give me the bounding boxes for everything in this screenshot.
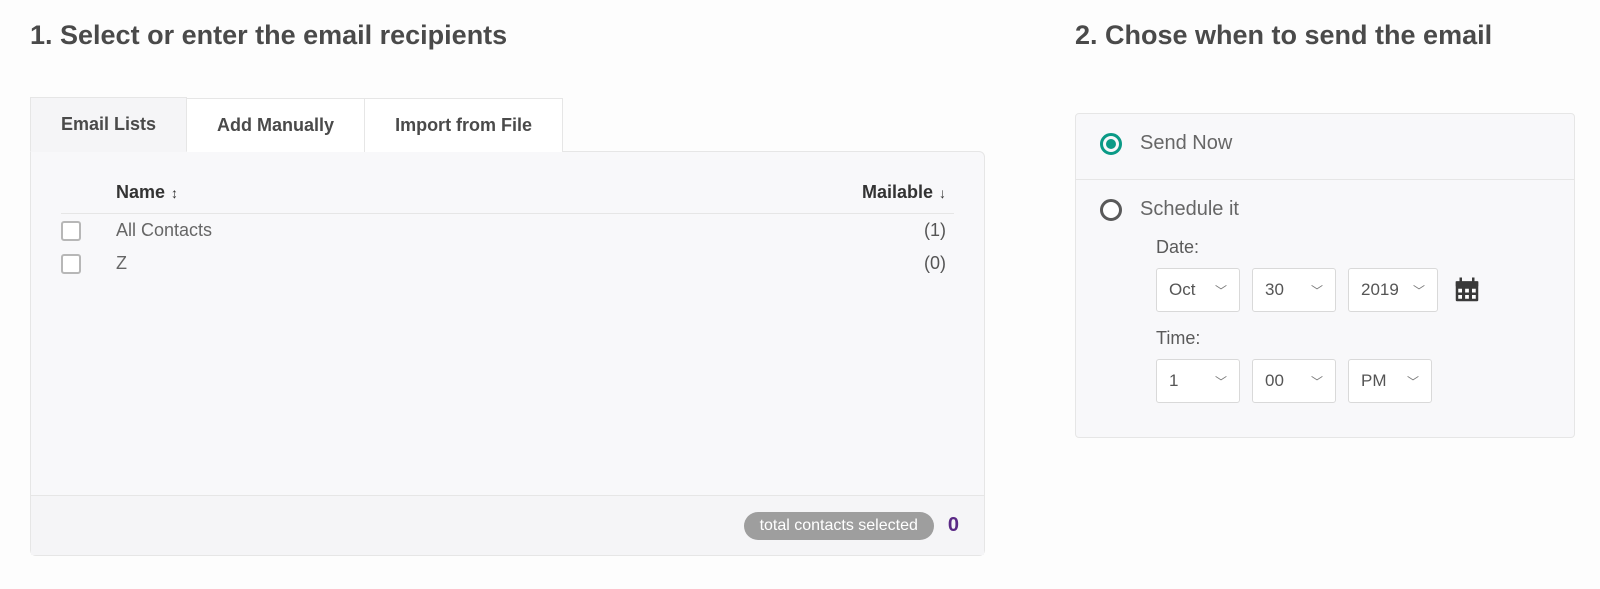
- chevron-down-icon: ﹀: [1215, 282, 1227, 299]
- day-select[interactable]: 30 ﹀: [1252, 268, 1336, 312]
- minute-select[interactable]: 00 ﹀: [1252, 359, 1336, 403]
- month-select[interactable]: Oct ﹀: [1156, 268, 1240, 312]
- step2-title: 2. Chose when to send the email: [1075, 20, 1575, 51]
- send-now-option[interactable]: Send Now: [1100, 132, 1550, 155]
- col-name-label[interactable]: Name: [116, 182, 165, 203]
- tab-add-manually[interactable]: Add Manually: [186, 98, 365, 152]
- day-value: 30: [1265, 280, 1284, 300]
- col-mailable-label[interactable]: Mailable: [862, 182, 933, 203]
- tab-import-file[interactable]: Import from File: [364, 98, 563, 152]
- selected-count: 0: [948, 514, 959, 537]
- sort-down-icon[interactable]: ↓: [939, 185, 946, 201]
- chevron-down-icon: ﹀: [1215, 373, 1227, 390]
- chevron-down-icon: ﹀: [1311, 282, 1323, 299]
- row-mailable: (1): [834, 220, 954, 241]
- row-name: Z: [116, 253, 834, 274]
- chevron-down-icon: ﹀: [1311, 373, 1323, 390]
- hour-select[interactable]: 1 ﹀: [1156, 359, 1240, 403]
- calendar-icon[interactable]: [1450, 273, 1484, 307]
- step1-title: 1. Select or enter the email recipients: [30, 20, 1015, 51]
- radio-unselected-icon[interactable]: [1100, 199, 1122, 221]
- table-header: Name ↕ Mailable ↓: [61, 172, 954, 214]
- table-row: All Contacts (1): [61, 214, 954, 247]
- schedule-panel: Send Now Schedule it Date: Oct ﹀ 30 ﹀: [1075, 113, 1575, 438]
- email-lists-panel: Name ↕ Mailable ↓ All Contacts (1) Z: [30, 151, 985, 556]
- schedule-it-label: Schedule it: [1140, 198, 1239, 221]
- schedule-it-option[interactable]: Schedule it: [1100, 198, 1550, 221]
- minute-value: 00: [1265, 371, 1284, 391]
- table-row: Z (0): [61, 247, 954, 280]
- year-value: 2019: [1361, 280, 1399, 300]
- hour-value: 1: [1169, 371, 1178, 391]
- chevron-down-icon: ﹀: [1413, 282, 1425, 299]
- selected-pill: total contacts selected: [744, 512, 934, 540]
- ampm-select[interactable]: PM ﹀: [1348, 359, 1432, 403]
- row-mailable: (0): [834, 253, 954, 274]
- row-checkbox[interactable]: [61, 221, 81, 241]
- panel-footer: total contacts selected 0: [31, 495, 984, 555]
- month-value: Oct: [1169, 280, 1195, 300]
- row-name: All Contacts: [116, 220, 834, 241]
- send-now-label: Send Now: [1140, 132, 1232, 155]
- radio-selected-icon[interactable]: [1100, 133, 1122, 155]
- recipient-tabs: Email Lists Add Manually Import from Fil…: [30, 96, 1015, 151]
- year-select[interactable]: 2019 ﹀: [1348, 268, 1438, 312]
- date-label: Date:: [1156, 237, 1550, 258]
- chevron-down-icon: ﹀: [1407, 373, 1419, 390]
- tab-email-lists[interactable]: Email Lists: [30, 97, 187, 152]
- time-label: Time:: [1156, 328, 1550, 349]
- sort-updown-icon[interactable]: ↕: [171, 185, 178, 201]
- ampm-value: PM: [1361, 371, 1387, 391]
- row-checkbox[interactable]: [61, 254, 81, 274]
